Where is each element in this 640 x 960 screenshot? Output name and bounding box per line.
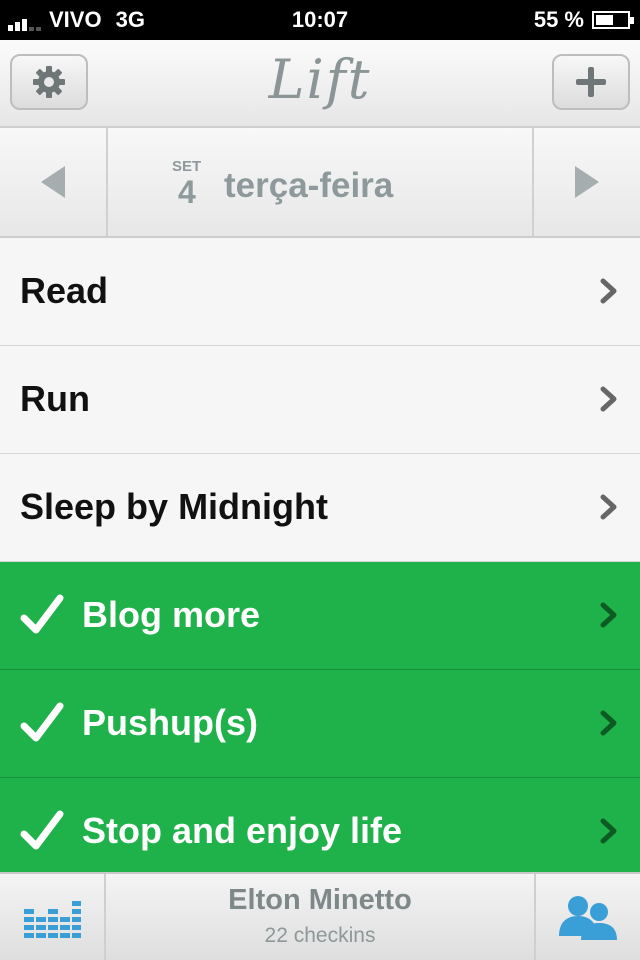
footer-bar: Elton Minetto 22 checkins [0,872,640,960]
add-habit-button[interactable] [552,54,630,110]
chevron-right-icon [600,494,617,520]
chevron-right-icon [600,278,617,304]
battery-percent: 55 % [533,7,584,32]
checkin-count: 22 checkins [264,924,376,947]
friends-button[interactable] [534,874,640,960]
stats-button[interactable] [0,874,106,960]
habit-row[interactable]: Read [0,238,640,346]
habit-label: Run [20,378,90,419]
chevron-right-icon [600,710,617,736]
habit-row[interactable]: Sleep by Midnight [0,454,640,562]
habit-row-done[interactable]: Blog more [0,562,640,670]
habit-label: Pushup(s) [82,702,258,743]
nav-bar: Lift [0,40,640,128]
habit-label: Read [20,270,109,311]
date-month: SET [172,158,202,175]
date-selector: SET 4 terça-feira [0,128,640,238]
habit-label: Blog more [82,594,261,635]
chevron-right-icon [600,602,617,628]
checkmark-icon [20,810,64,850]
status-bar: VIVO 3G 10:07 55 % [0,0,640,40]
habit-list: Read Run Sleep by Midnight Blog more Pus… [0,238,640,886]
app-logo: Lift [268,48,372,111]
habit-row-done[interactable]: Stop and enjoy life [0,778,640,886]
habit-label: Stop and enjoy life [82,810,403,851]
triangle-left-icon [41,166,65,198]
date-day: 4 [178,174,196,210]
next-day-button[interactable] [532,128,640,236]
chevron-right-icon [600,386,617,412]
chevron-right-icon [600,818,617,844]
people-icon [559,896,617,940]
previous-day-button[interactable] [0,128,108,236]
battery-icon [592,11,634,29]
triangle-right-icon [575,166,599,198]
bar-chart-icon [24,901,81,938]
habit-row-done[interactable]: Pushup(s) [0,670,640,778]
user-name[interactable]: Elton Minetto [106,884,534,917]
plus-icon [576,67,606,97]
checkmark-icon [20,594,64,634]
habit-label: Sleep by Midnight [20,486,329,527]
habit-row[interactable]: Run [0,346,640,454]
date-weekday: terça-feira [224,166,394,205]
checkmark-icon [20,702,64,742]
